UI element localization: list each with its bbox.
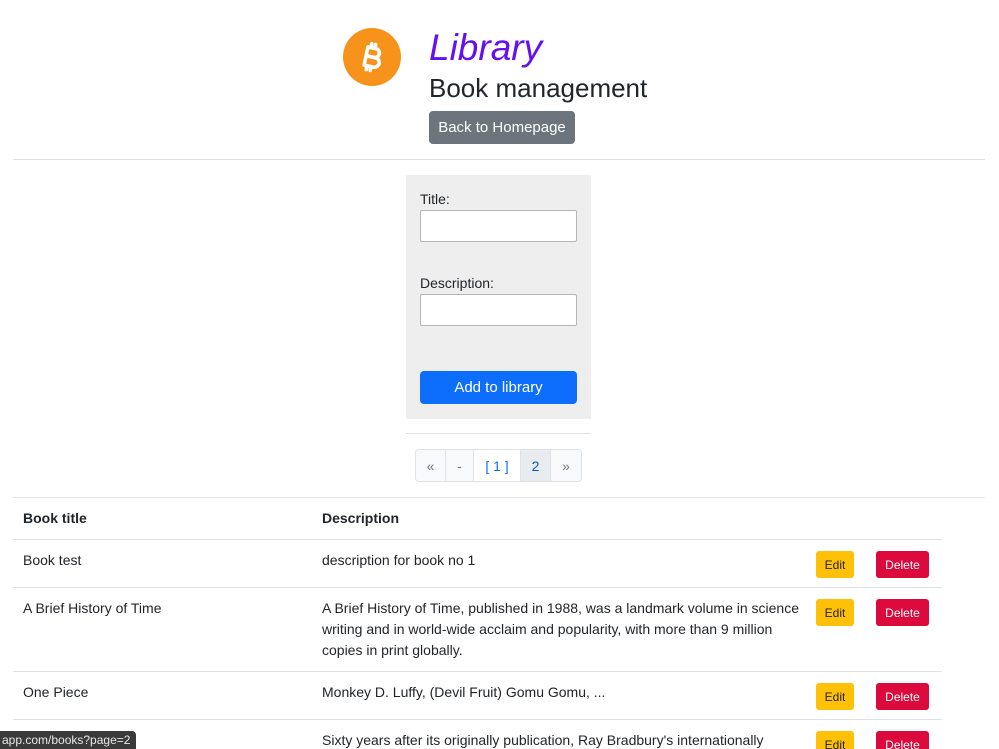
delete-button[interactable]: Delete — [876, 599, 929, 626]
delete-button[interactable]: Delete — [876, 731, 929, 749]
title-input[interactable] — [420, 210, 577, 242]
pagination-page-2[interactable]: 2 — [521, 450, 551, 481]
book-title-cell: One Piece — [23, 684, 89, 700]
book-description-cell: A Brief History of Time, published in 19… — [322, 600, 800, 658]
books-table: Book title Description Book test descrip… — [13, 498, 942, 749]
delete-button[interactable]: Delete — [876, 683, 929, 710]
delete-button[interactable]: Delete — [876, 551, 929, 578]
book-description-cell: Sixty years after its originally publica… — [322, 732, 764, 748]
title-label: Title: — [420, 191, 450, 207]
description-label: Description: — [420, 275, 494, 291]
book-description-cell: description for book no 1 — [322, 552, 476, 568]
column-header-description: Description — [322, 510, 400, 526]
header-divider — [13, 159, 985, 160]
edit-button[interactable]: Edit — [816, 683, 854, 710]
pagination-first[interactable]: « — [416, 450, 446, 481]
book-description-cell: Monkey D. Luffy, (Devil Fruit) Gomu Gomu… — [322, 684, 606, 700]
add-to-library-button[interactable]: Add to library — [420, 371, 577, 404]
table-row: Sixty years after its originally publica… — [13, 720, 942, 749]
bitcoin-icon — [343, 28, 401, 86]
page-header: Library Book management Back to Homepage — [0, 0, 999, 160]
pagination: « - [ 1 ] 2 » — [415, 449, 582, 482]
pagination-prev[interactable]: - — [446, 450, 474, 481]
back-to-homepage-button[interactable]: Back to Homepage — [429, 111, 575, 144]
app-title: Library — [429, 27, 543, 68]
pagination-last[interactable]: » — [551, 450, 581, 481]
edit-button[interactable]: Edit — [816, 599, 854, 626]
column-header-book-title: Book title — [23, 510, 87, 526]
page-subtitle: Book management — [429, 73, 648, 103]
table-row: One Piece Monkey D. Luffy, (Devil Fruit)… — [13, 672, 942, 720]
form-divider — [406, 433, 591, 434]
table-row: Book test description for book no 1 Edit… — [13, 540, 942, 588]
description-input[interactable] — [420, 294, 577, 326]
add-book-form: Title: Description: Add to library — [406, 175, 591, 419]
book-title-cell: Book test — [23, 552, 82, 568]
table-header: Book title Description — [13, 498, 942, 540]
edit-button[interactable]: Edit — [816, 731, 854, 749]
book-title-cell: A Brief History of Time — [23, 600, 162, 616]
status-bar-url: app.com/books?page=2 — [0, 731, 137, 749]
pagination-page-1[interactable]: [ 1 ] — [474, 450, 521, 481]
table-row: A Brief History of Time A Brief History … — [13, 588, 942, 672]
edit-button[interactable]: Edit — [816, 551, 854, 578]
bitcoin-glyph-icon — [362, 41, 382, 73]
